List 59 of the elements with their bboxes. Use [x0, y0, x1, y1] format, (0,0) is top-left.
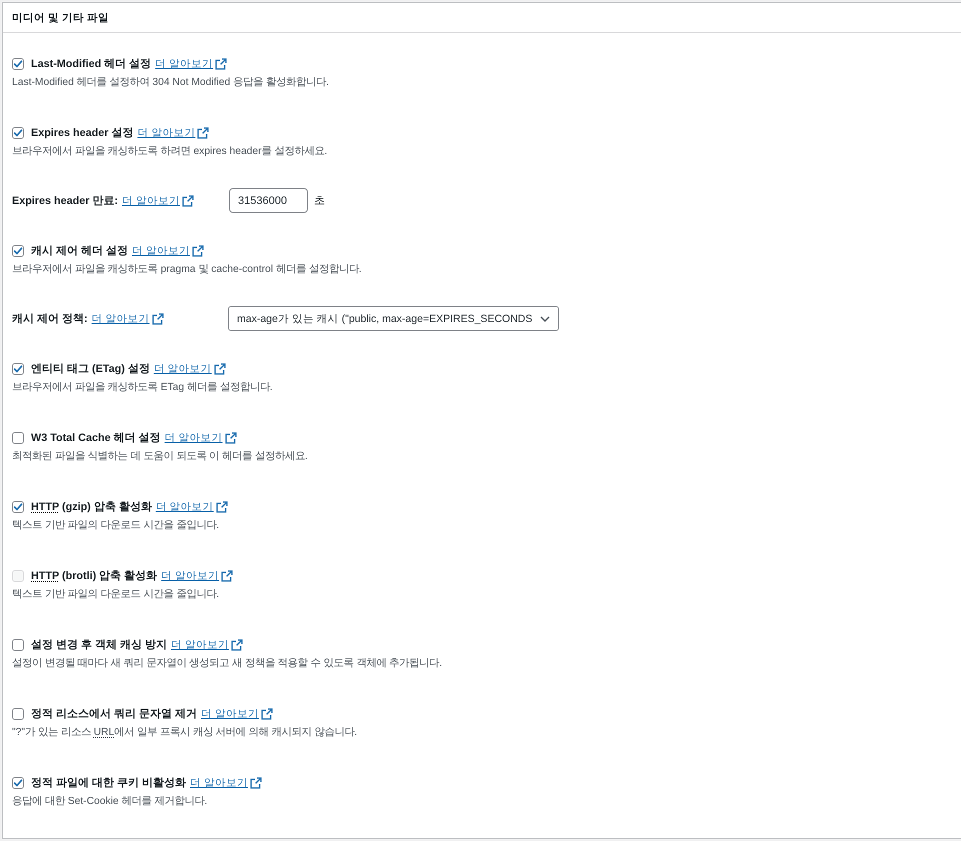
setting-description: 최적화된 파일을 식별하는 데 도움이 되도록 이 헤더를 설정하세요.: [12, 450, 309, 464]
external-link-icon: [260, 708, 273, 720]
external-link-icon: [221, 570, 234, 582]
learn-more-link[interactable]: 더 알아보기: [190, 773, 262, 793]
setting-description: Last-Modified 헤더를 설정하여 304 Not Modified 응답을 활성화합니다.: [12, 76, 330, 90]
setting-label: 캐시 제어 헤더 설정: [31, 244, 128, 259]
setting-label: HTTP (brotli) 압축 활성화: [31, 569, 158, 584]
checkbox[interactable]: [12, 432, 24, 444]
learn-more-link[interactable]: 더 알아보기: [132, 241, 204, 261]
external-link-icon: [192, 245, 204, 257]
setting-description: 텍스트 기반 파일의 다운로드 시간을 줄입니다.: [12, 519, 220, 533]
learn-more-link[interactable]: 더 알아보기: [156, 497, 228, 517]
learn-more-link[interactable]: 더 알아보기: [201, 704, 273, 724]
setting-description: 설정이 변경될 때마다 새 쿼리 문자열이 생성되고 새 정책을 적용할 수 있도록 객체에 추가됩니다.: [12, 657, 444, 671]
setting-label: W3 Total Cache 헤더 설정: [31, 431, 161, 446]
setting-description: 브라우저에서 파일을 캐싱하도록 pragma 및 cache-control 헤더를 설정합니다.: [12, 263, 363, 277]
external-link-icon: [215, 58, 228, 70]
setting-label: 정적 리소스에서 쿼리 문자열 제거: [31, 707, 197, 722]
setting-label: Expires header 만료:: [12, 194, 118, 208]
learn-more-link[interactable]: 더 알아보기: [137, 123, 210, 143]
external-link-icon: [250, 777, 262, 789]
checkbox[interactable]: [12, 58, 24, 70]
learn-more-link[interactable]: 더 알아보기: [164, 428, 237, 448]
setting-description: 응답에 대한 Set-Cookie 헤더를 제거합니다.: [12, 795, 208, 809]
learn-more-link[interactable]: 더 알아보기: [171, 635, 243, 655]
setting-label: 설정 변경 후 객체 캐싱 방지: [31, 638, 167, 653]
external-link-icon: [216, 501, 228, 513]
setting-label: Last-Modified 헤더 설정: [31, 57, 152, 72]
checkbox[interactable]: [12, 127, 24, 139]
learn-more-link[interactable]: 더 알아보기: [122, 190, 194, 210]
checkbox[interactable]: [12, 708, 24, 720]
setting-label: 엔티티 태그 (ETag) 설정: [31, 362, 150, 377]
setting-label: Expires header 설정: [31, 126, 134, 141]
learn-more-link[interactable]: 더 알아보기: [154, 359, 226, 379]
external-link-icon: [230, 639, 243, 651]
checkbox[interactable]: [12, 639, 24, 651]
setting-description: "?"가 있는 리소스 URL에서 일부 프록시 캐싱 서버에 의해 캐시되지 않습니다.: [12, 726, 358, 740]
panel-title: 미디어 및 기타 파일: [12, 10, 109, 26]
external-link-icon: [182, 194, 194, 206]
setting-label: 정적 파일에 대한 쿠키 비활성화: [31, 776, 186, 791]
checkbox[interactable]: [12, 363, 24, 375]
unit-label: 초: [314, 194, 325, 208]
setting-description: 브라우저에서 파일을 캐싱하도록 ETag 헤더를 설정합니다.: [12, 381, 274, 395]
policy-select[interactable]: max-age가 있는 캐시 ("public, max-age=EXPIRES_SECONDS: [228, 306, 560, 331]
checkbox[interactable]: [12, 777, 24, 789]
external-link-icon: [152, 312, 164, 324]
learn-more-link[interactable]: 더 알아보기: [155, 54, 228, 74]
expires-field[interactable]: 31536000: [229, 188, 308, 213]
external-link-icon: [197, 127, 210, 139]
external-link-icon: [214, 363, 226, 375]
checkbox[interactable]: [12, 245, 24, 257]
external-link-icon: [224, 432, 237, 444]
learn-more-link[interactable]: 더 알아보기: [92, 308, 164, 328]
setting-description: 텍스트 기반 파일의 다운로드 시간을 줄입니다.: [12, 588, 220, 602]
setting-label: 캐시 제어 정책:: [12, 312, 88, 326]
checkbox[interactable]: [12, 501, 24, 513]
chevron-down-icon: [540, 316, 550, 322]
setting-description: 브라우저에서 파일을 캐싱하도록 하려면 expires header를 설정하세요.: [12, 145, 328, 159]
setting-label: HTTP (gzip) 압축 활성화: [31, 500, 152, 515]
